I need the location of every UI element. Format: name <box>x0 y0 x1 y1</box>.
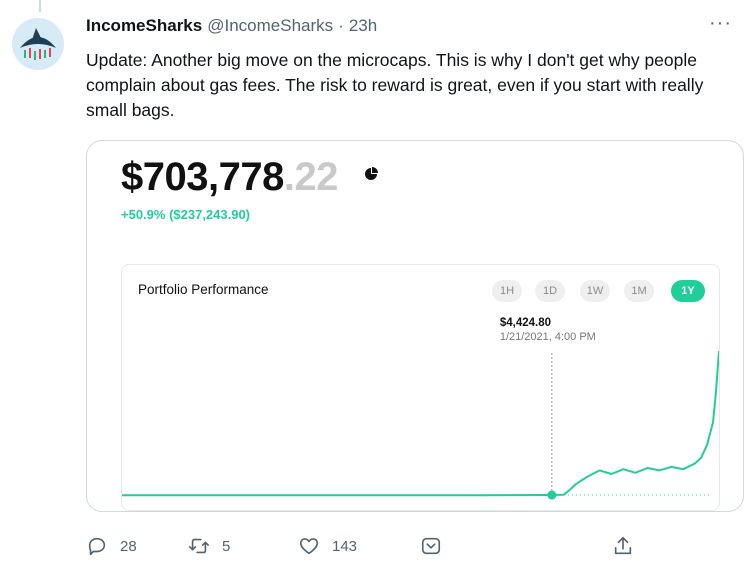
balance-cents: .22 <box>283 155 339 199</box>
tweet-media-image[interactable]: $703,778.22 +50.9% ($237,243.90) Portfol… <box>86 140 744 512</box>
chart-hover-date: 1/21/2021, 4:00 PM <box>499 331 596 343</box>
retweet-count: 5 <box>222 537 231 555</box>
like-button[interactable]: 143 <box>298 532 357 560</box>
more-options-icon[interactable]: ··· <box>709 12 732 35</box>
reply-button[interactable]: 28 <box>86 532 137 560</box>
tip-icon <box>421 537 441 555</box>
share-icon <box>614 536 632 555</box>
portfolio-balance: $703,778.22 <box>121 155 338 200</box>
tweet-text: Update: Another big move on the microcap… <box>86 50 704 120</box>
like-count: 143 <box>332 537 358 555</box>
share-button[interactable] <box>612 532 634 560</box>
portfolio-change: +50.9% ($237,243.90) <box>121 207 251 222</box>
tweet-timestamp[interactable]: 23h <box>349 16 377 36</box>
heart-icon <box>299 538 319 555</box>
thread-connector <box>39 0 41 12</box>
shark-logo-icon <box>12 18 64 70</box>
display-name[interactable]: IncomeSharks <box>86 16 202 36</box>
pie-chart-icon <box>365 167 378 180</box>
retweet-button[interactable]: 5 <box>188 532 230 560</box>
header-separator: · <box>338 16 344 35</box>
performance-line-chart <box>122 350 719 500</box>
retweet-icon <box>189 538 209 554</box>
portfolio-line-series <box>122 350 719 497</box>
tip-button[interactable] <box>420 532 442 560</box>
chart-hover-value: $4,424.80 <box>499 317 551 329</box>
user-handle[interactable]: @IncomeSharks <box>207 16 333 36</box>
reply-icon <box>88 537 106 556</box>
highlight-point[interactable] <box>547 490 557 500</box>
portfolio-chart-card: Portfolio Performance 1H 1D 1W 1M 1Y $4,424.… <box>121 264 720 511</box>
balance-dollars: $703,778 <box>121 155 284 199</box>
reply-count: 28 <box>120 537 137 555</box>
avatar[interactable] <box>12 18 64 70</box>
tweet-header: IncomeSharks @IncomeSharks · 23h <box>86 14 730 38</box>
tweet-actions: 28 5 143 <box>86 532 646 560</box>
